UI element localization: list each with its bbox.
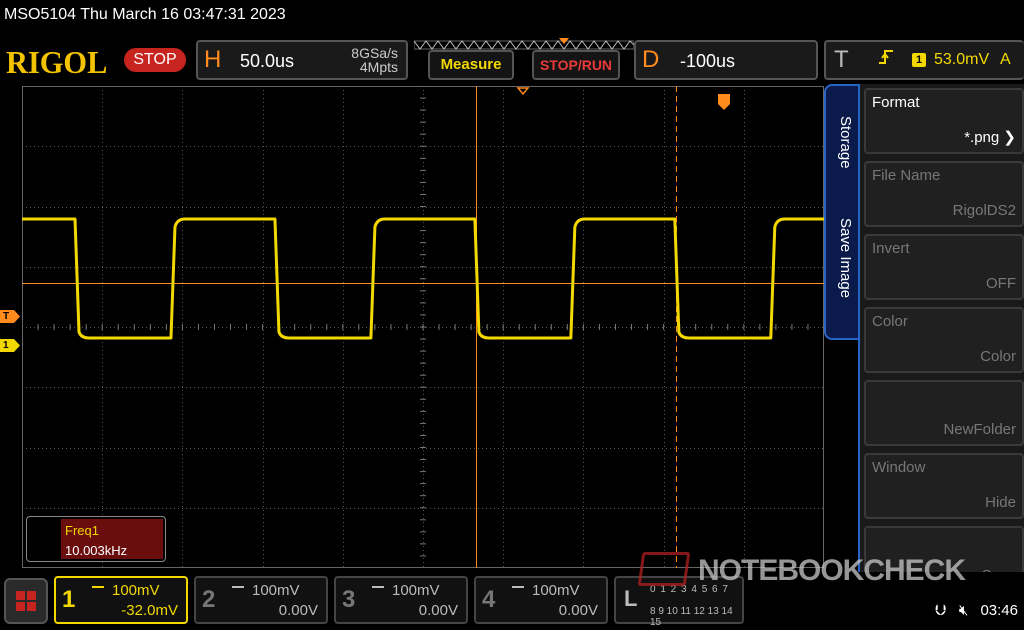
- channel-number: 2: [202, 586, 216, 613]
- dc-coupling-icon: [232, 586, 244, 596]
- menu-item-new-folder[interactable]: NewFolder: [864, 380, 1024, 446]
- trigger-mode: A: [1000, 51, 1011, 68]
- measurement-readout[interactable]: Freq1 10.003kHz: [26, 516, 166, 562]
- menu-item-label: Invert: [872, 240, 910, 257]
- trigger-position-marker: [718, 94, 730, 110]
- usb-icon: ⮋: [935, 602, 947, 619]
- title-bar: MSO5104 Thu March 16 03:47:31 2023: [0, 0, 1024, 32]
- measurement-value: 10.003kHz: [65, 543, 128, 558]
- menu-item-color[interactable]: Color Color: [864, 307, 1024, 373]
- device-datetime: MSO5104 Thu March 16 03:47:31 2023: [4, 6, 286, 23]
- scope-grid: [22, 86, 824, 568]
- channel-number: 4: [482, 586, 496, 613]
- delay-marker: [516, 87, 530, 96]
- menu-item-value: OFF: [986, 275, 1016, 292]
- measurement-label: Freq1: [65, 523, 99, 538]
- side-menu: Format *.png ❯ File Name RigolDS2 Invert…: [858, 84, 1024, 596]
- dc-coupling-icon: [512, 586, 524, 596]
- trigger-letter: T: [834, 46, 849, 73]
- channel-offset: -32.0mV: [121, 602, 178, 619]
- watermark-text: NOTEBOOKCHECK: [698, 554, 966, 587]
- channel-scale: 100mV: [252, 582, 300, 599]
- delay-letter: D: [642, 46, 660, 73]
- menu-item-label: Window: [872, 459, 926, 476]
- delay-value: -100us: [680, 51, 736, 71]
- clock-time: 03:46: [980, 602, 1018, 619]
- menu-item-value: RigolDS2: [952, 202, 1016, 219]
- menu-item-file-name[interactable]: File Name RigolDS2: [864, 161, 1024, 227]
- speaker-mute-icon[interactable]: 🔇︎: [959, 602, 968, 619]
- side-panel-tabs: Storage Save Image: [824, 84, 858, 340]
- tab-save-image[interactable]: Save Image: [832, 218, 854, 298]
- horizontal-timebase-box[interactable]: H 50.0us 8GSa/s 4Mpts: [196, 40, 408, 80]
- channel-offset: 0.00V: [278, 602, 318, 619]
- logic-letter: L: [624, 586, 638, 611]
- timebase-value: 50.0us: [240, 51, 295, 71]
- channel-scale: 100mV: [112, 582, 160, 599]
- menu-item-value: Color: [980, 348, 1016, 365]
- menu-item-format[interactable]: Format *.png ❯: [864, 88, 1024, 154]
- menu-item-label: Color: [872, 313, 908, 330]
- channel-scale: 100mV: [392, 582, 440, 599]
- chevron-right-icon: ❯: [1003, 129, 1016, 146]
- rising-edge-icon: [878, 48, 894, 71]
- measure-button[interactable]: Measure: [428, 50, 514, 80]
- horizontal-letter: H: [204, 46, 222, 73]
- top-bar: RIGOL STOP H 50.0us 8GSa/s 4Mpts Measure…: [0, 36, 1024, 84]
- trigger-level-marker[interactable]: T: [0, 310, 20, 323]
- acquisition-info: 8GSa/s 4Mpts: [351, 46, 398, 74]
- menu-item-value: *.png ❯: [964, 129, 1016, 146]
- channel1-box[interactable]: 1 100mV -32.0mV: [54, 576, 188, 624]
- trigger-source: 1: [912, 53, 926, 67]
- channel-offset: 0.00V: [558, 602, 598, 619]
- storage-side-panel: Storage Save Image Format *.png ❯ File N…: [824, 84, 1024, 596]
- notebookcheck-logo-icon: [637, 552, 691, 586]
- menu-item-value: NewFolder: [943, 421, 1016, 438]
- trigger-box[interactable]: T 1 53.0mV A: [824, 40, 1024, 80]
- tab-storage[interactable]: Storage: [832, 116, 854, 169]
- channel-number: 3: [342, 586, 356, 613]
- channel4-box[interactable]: 4 100mV 0.00V: [474, 576, 608, 624]
- rigol-logo: RIGOL: [6, 44, 108, 80]
- logic-channels-high: 8 9 10 11 12 13 14 15: [650, 606, 733, 628]
- waveform-display[interactable]: [22, 86, 824, 568]
- delay-box[interactable]: D -100us: [634, 40, 818, 80]
- channel-scale: 100mV: [532, 582, 580, 599]
- memory-depth: 4Mpts: [359, 59, 398, 75]
- channel-number: 1: [62, 586, 76, 613]
- trigger-level: 53.0mV: [934, 51, 990, 68]
- status-area: ⮋ 🔇︎ 03:46: [927, 602, 1018, 619]
- dc-coupling-icon: [92, 586, 104, 596]
- menu-item-label: Format: [872, 94, 920, 111]
- channel-offset: 0.00V: [418, 602, 458, 619]
- main-menu-button[interactable]: [4, 578, 48, 624]
- channel1-offset-marker[interactable]: 1: [0, 339, 20, 352]
- channel2-box[interactable]: 2 100mV 0.00V: [194, 576, 328, 624]
- watermark: NOTEBOOKCHECK: [636, 548, 1022, 588]
- run-state-badge[interactable]: STOP: [124, 48, 186, 72]
- measurement-value-panel: Freq1 10.003kHz: [61, 519, 163, 559]
- menu-item-value: Hide: [985, 494, 1016, 511]
- menu-item-window[interactable]: Window Hide: [864, 453, 1024, 519]
- dc-coupling-icon: [372, 586, 384, 596]
- grid-menu-icon: [16, 591, 36, 611]
- menu-item-label: File Name: [872, 167, 941, 184]
- stop-run-button[interactable]: STOP/RUN: [532, 50, 620, 80]
- channel3-box[interactable]: 3 100mV 0.00V: [334, 576, 468, 624]
- menu-item-invert[interactable]: Invert OFF: [864, 234, 1024, 300]
